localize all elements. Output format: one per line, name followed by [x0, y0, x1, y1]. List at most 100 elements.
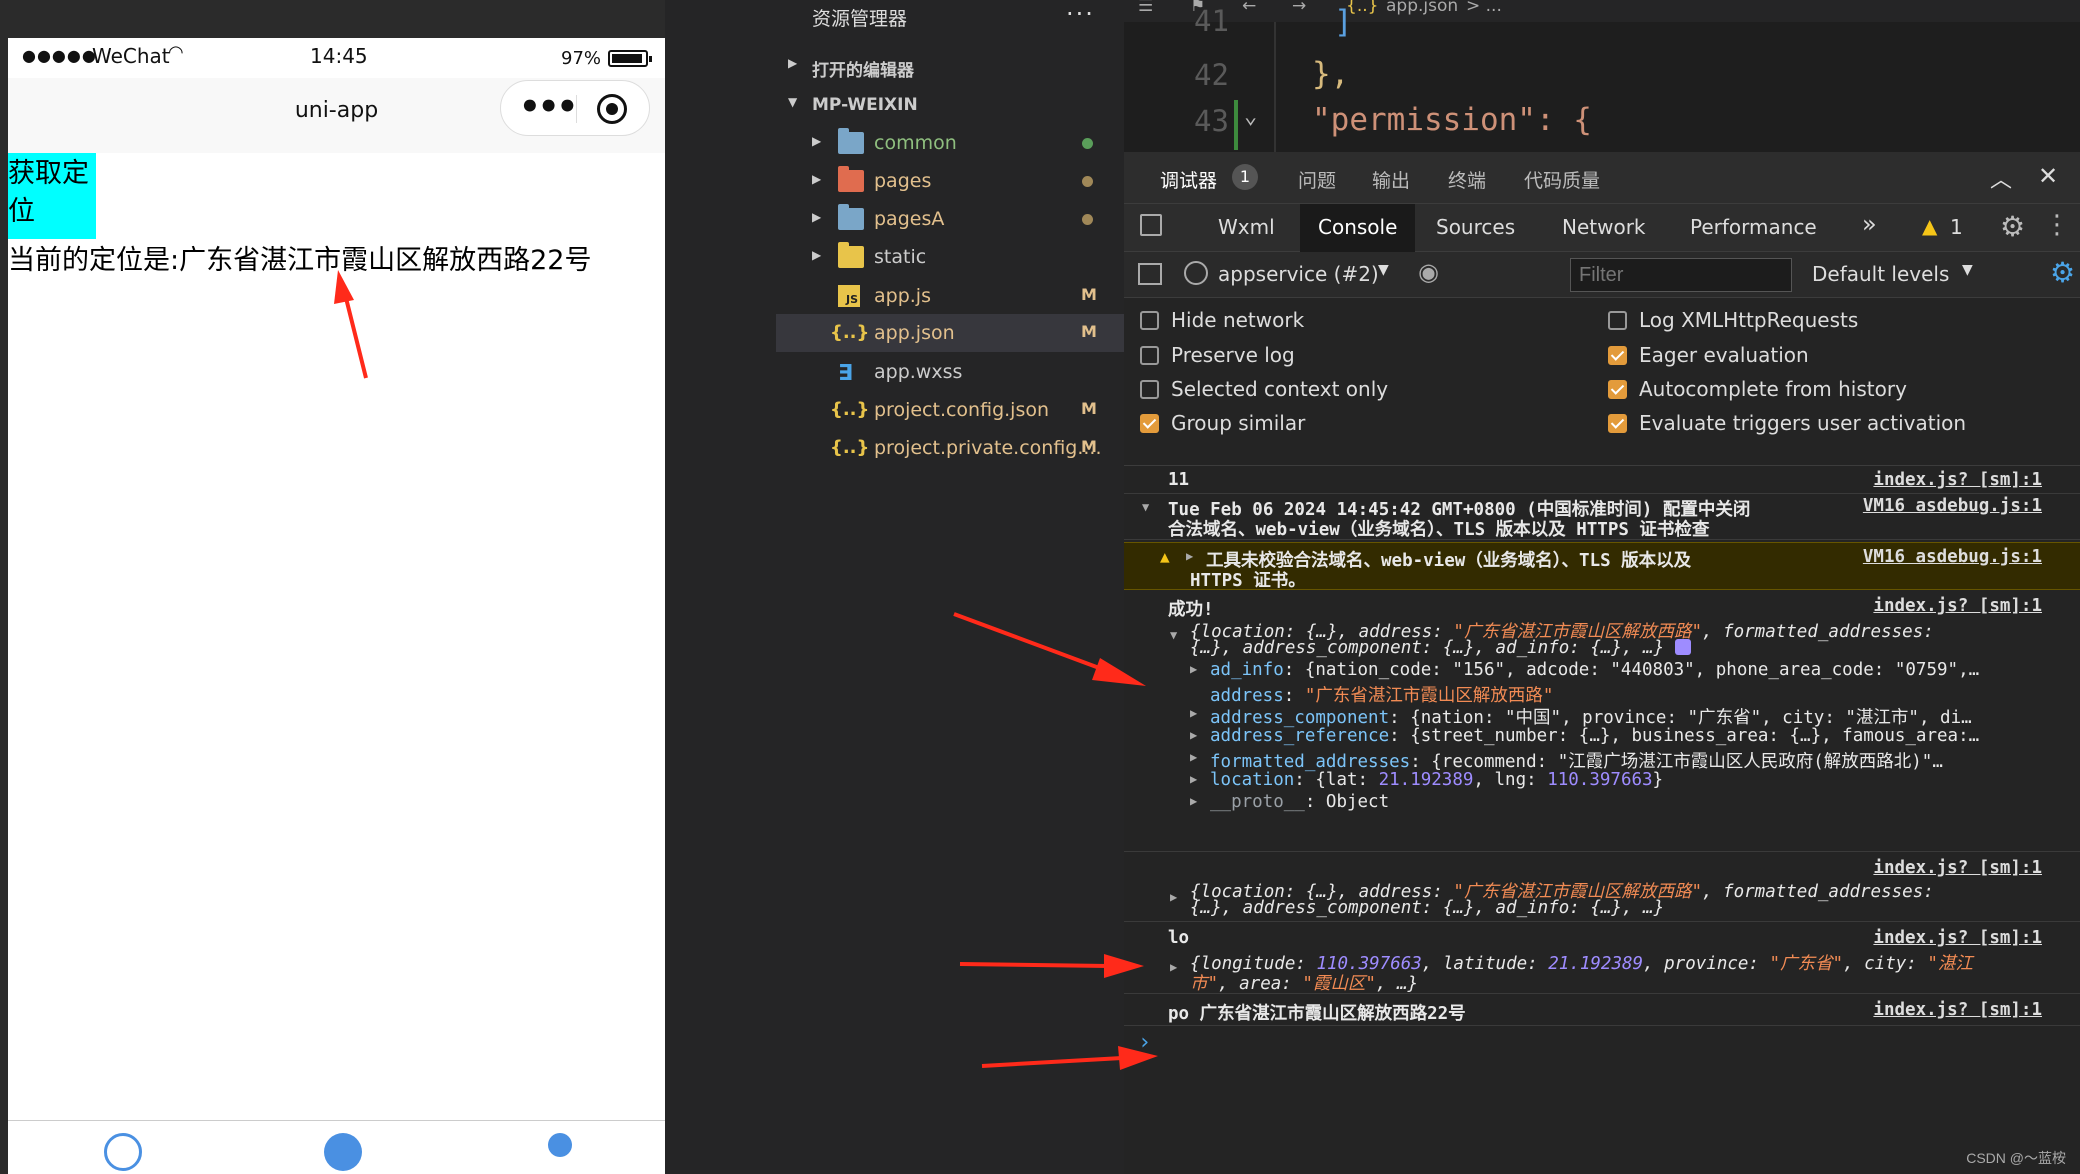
option-group-similar[interactable]: Group similar	[1140, 411, 1305, 435]
forward-icon[interactable]: →	[1292, 0, 1306, 16]
section-project-label: MP-WEIXIN	[812, 95, 918, 115]
source-link[interactable]: index.js? [sm]:1	[1873, 1000, 2042, 1020]
section-open-editors[interactable]: ▶ 打开的编辑器	[776, 48, 1124, 84]
expand-right-icon[interactable]: ▶	[1190, 772, 1197, 786]
console-output[interactable]: 11 index.js? [sm]:1 ▼ Tue Feb 06 2024 14…	[1124, 466, 2080, 1174]
expand-right-icon[interactable]: ▶	[1190, 706, 1197, 720]
checkbox-checked[interactable]	[1608, 346, 1627, 365]
prop-value: {nation: "中国", province: "广东省", city: "湛…	[1410, 708, 1972, 728]
filter-input[interactable]	[1570, 258, 1792, 292]
option-log-xhr[interactable]: Log XMLHttpRequests	[1608, 308, 1858, 332]
tree-item-common[interactable]: ▶ common	[776, 124, 1124, 162]
expand-right-icon[interactable]: ▶	[1186, 549, 1193, 563]
option-autocomplete[interactable]: Autocomplete from history	[1608, 377, 1907, 401]
tree-item-app-json[interactable]: {..} app.json M	[776, 314, 1124, 352]
expand-right-icon[interactable]: ▶	[1170, 890, 1177, 904]
context-select[interactable]: appservice (#2)	[1218, 262, 1379, 286]
checkbox[interactable]	[1140, 311, 1159, 330]
source-link[interactable]: index.js? [sm]:1	[1873, 596, 2042, 616]
explorer-more-icon[interactable]: ···	[1066, 0, 1095, 28]
tree-item-pagesA[interactable]: ▶ pagesA	[776, 200, 1124, 238]
checkbox-checked[interactable]	[1608, 380, 1627, 399]
capsule-menu: •••	[500, 80, 650, 136]
eye-icon[interactable]: ◉	[1418, 258, 1439, 286]
source-link[interactable]: VM16 asdebug.js:1	[1863, 496, 2042, 516]
console-toolbar: appservice (#2) ▼ ◉ Default levels ▼ ⚙	[1124, 252, 2080, 298]
tree-item-project-private-config[interactable]: {..} project.private.config.... M	[776, 429, 1124, 467]
option-preserve-log[interactable]: Preserve log	[1140, 343, 1295, 367]
source-link[interactable]: index.js? [sm]:1	[1873, 858, 2042, 878]
option-hide-network[interactable]: Hide network	[1140, 308, 1304, 332]
get-location-button[interactable]: 获取定位	[8, 153, 96, 239]
checkbox-checked[interactable]	[1140, 414, 1159, 433]
checkbox-checked[interactable]	[1608, 414, 1627, 433]
prop-value: {street_number: {…}, business_area: {…},…	[1410, 726, 1980, 746]
more-dots-icon[interactable]: •••	[519, 89, 578, 125]
tree-item-app-js[interactable]: JS app.js M	[776, 277, 1124, 315]
tab-console[interactable]: Console	[1300, 204, 1416, 252]
warning-count[interactable]: 1	[1950, 215, 1963, 239]
log-message: lo	[1168, 928, 1190, 948]
source-link[interactable]: index.js? [sm]:1	[1873, 470, 2042, 490]
console-settings-icon[interactable]: ⚙	[2050, 256, 2075, 289]
tab-clock-icon[interactable]	[324, 1133, 362, 1171]
explorer-title: 资源管理器	[812, 8, 908, 30]
sidebar-toggle-icon[interactable]	[1138, 263, 1162, 285]
log-message: 11	[1168, 470, 1190, 490]
tab-debugger[interactable]: 调试器	[1160, 166, 1217, 193]
tab-output[interactable]: 输出	[1372, 166, 1410, 193]
tree-item-app-wxss[interactable]: ∃ app.wxss	[776, 353, 1124, 391]
tree-item-static[interactable]: ▶ static	[776, 238, 1124, 276]
clear-console-icon[interactable]	[1184, 261, 1208, 285]
option-selected-context[interactable]: Selected context only	[1140, 377, 1388, 401]
expand-down-icon[interactable]: ▼	[1170, 628, 1177, 642]
tab-performance[interactable]: Performance	[1690, 204, 1817, 252]
checkbox[interactable]	[1140, 380, 1159, 399]
expand-right-icon[interactable]: ▶	[1190, 728, 1197, 742]
tree-item-project-config[interactable]: {..} project.config.json M	[776, 391, 1124, 429]
checkbox[interactable]	[1608, 311, 1627, 330]
tree-item-pages[interactable]: ▶ pages	[776, 162, 1124, 200]
expand-right-icon[interactable]: ▶	[1170, 960, 1177, 974]
checkbox[interactable]	[1140, 346, 1159, 365]
option-eval-triggers[interactable]: Evaluate triggers user activation	[1608, 411, 1966, 435]
tab-sources[interactable]: Sources	[1436, 204, 1515, 252]
code-editor[interactable]: 41 ] 42 }, 43 ⌄ "permission": {	[1124, 4, 2080, 152]
tab-terminal[interactable]: 终端	[1448, 166, 1486, 193]
close-icon[interactable]: ✕	[2038, 162, 2058, 190]
signal-icon: ●●●●●	[22, 46, 97, 65]
css-file-icon: ∃	[838, 361, 854, 386]
expand-right-icon[interactable]: ▶	[1190, 750, 1197, 764]
source-link[interactable]: index.js? [sm]:1	[1873, 928, 2042, 948]
tab-network[interactable]: Network	[1562, 204, 1646, 252]
breadcrumb-more[interactable]: > ...	[1466, 0, 1502, 16]
settings-gear-icon[interactable]: ⚙	[2000, 210, 2025, 243]
tab-problems[interactable]: 问题	[1298, 166, 1336, 193]
more-tabs-icon[interactable]: »	[1862, 204, 1877, 252]
option-eager-eval[interactable]: Eager evaluation	[1608, 343, 1809, 367]
expand-right-icon[interactable]: ▶	[1190, 794, 1197, 808]
log-levels-select[interactable]: Default levels	[1812, 262, 1949, 286]
back-icon[interactable]: ←	[1242, 0, 1256, 16]
list-icon[interactable]: ☰	[1138, 0, 1153, 16]
breadcrumb-file[interactable]: app.json	[1386, 0, 1458, 16]
collapse-icon[interactable]: ︿	[1990, 162, 2012, 194]
inspect-icon[interactable]	[1140, 214, 1162, 236]
tab-wxml[interactable]: Wxml	[1218, 204, 1275, 252]
object-preview: 市", area: "霞山区", …}	[1190, 974, 1419, 994]
git-status-dot	[1082, 214, 1093, 225]
console-prompt-icon[interactable]: ›	[1138, 1030, 1151, 1055]
tab-user-icon[interactable]	[548, 1133, 572, 1157]
section-project[interactable]: ▼ MP-WEIXIN	[776, 87, 1124, 123]
tab-code-quality[interactable]: 代码质量	[1524, 166, 1600, 193]
source-link[interactable]: VM16 asdebug.js:1	[1863, 547, 2042, 567]
fold-chevron-icon[interactable]: ⌄	[1244, 104, 1257, 129]
screen: ●●●●● WeChat ◠ 14:45 97% uni-app ••• 获取定…	[0, 0, 2080, 1174]
expand-down-icon[interactable]: ▼	[1142, 500, 1149, 514]
expand-right-icon[interactable]: ▶	[1190, 662, 1197, 676]
tab-home-icon[interactable]	[104, 1133, 142, 1171]
chevron-down-icon: ▼	[1378, 262, 1389, 278]
close-target-icon[interactable]	[597, 94, 627, 124]
kebab-menu-icon[interactable]: ⋮	[2044, 210, 2070, 240]
tab-bar	[8, 1120, 665, 1174]
